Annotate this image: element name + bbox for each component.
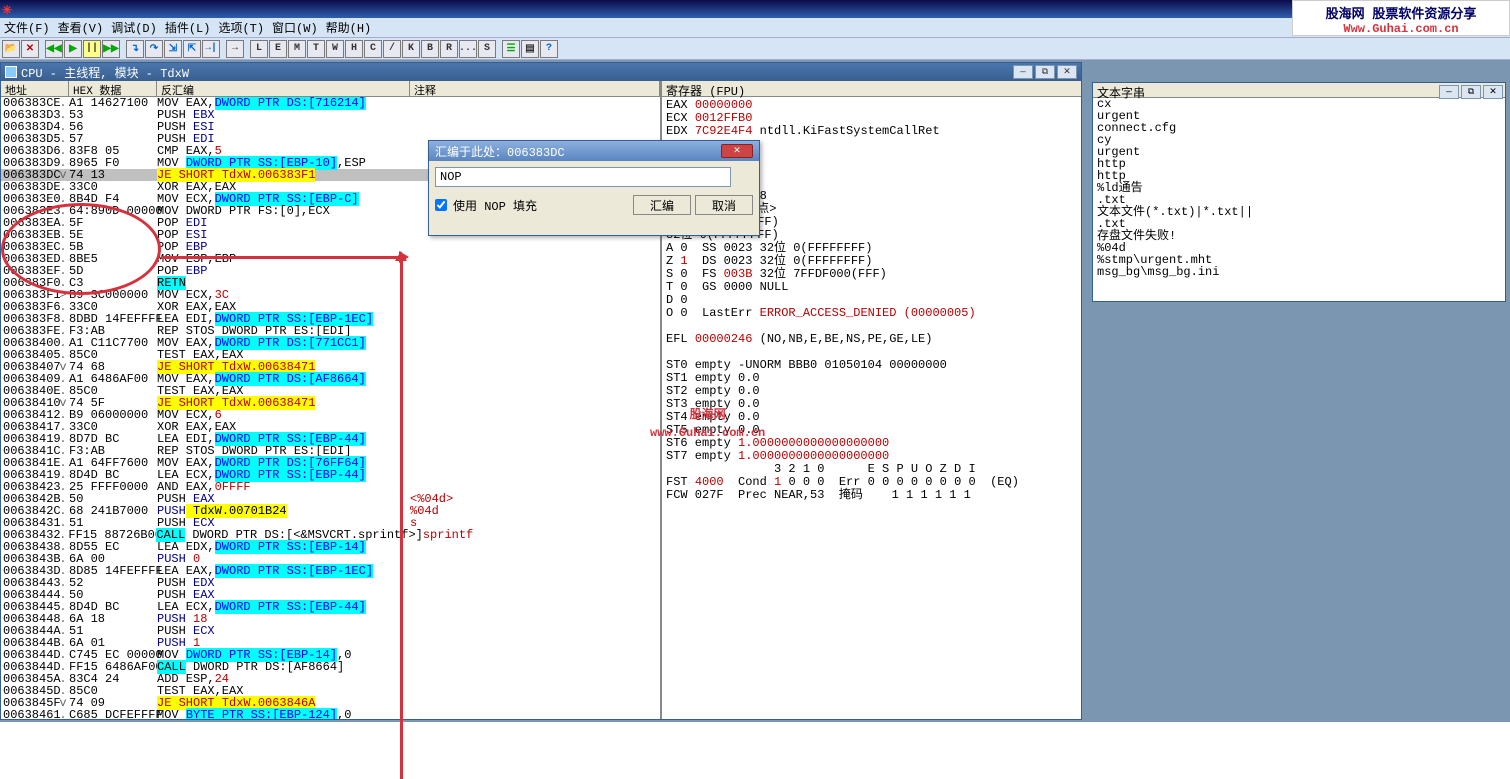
dialog-title[interactable]: 汇编于此处：006383DC ✕ xyxy=(429,141,759,161)
string-item[interactable]: %ld通告 xyxy=(1093,182,1505,194)
disasm-row[interactable]: 006383D3.53PUSH EBX xyxy=(1,109,660,121)
cancel-button[interactable]: 取消 xyxy=(695,195,753,215)
string-item[interactable]: 存盘文件失败! xyxy=(1093,230,1505,242)
tb-open[interactable]: 📂 xyxy=(2,40,20,58)
strings-window: — ⧉ ✕ 文本字串 cxurgentconnect.cfgcyurgentht… xyxy=(1092,82,1506,302)
max-button[interactable]: ⧉ xyxy=(1035,65,1055,79)
tb-close[interactable]: ✕ xyxy=(21,40,39,58)
tb-exec-till[interactable]: →| xyxy=(202,40,220,58)
disasm-row[interactable]: 0063843D.8D85 14FEFFFFLEA EAX,DWORD PTR … xyxy=(1,565,660,577)
tb-h[interactable]: H xyxy=(345,40,363,58)
string-item[interactable]: msg_bg\msg_bg.ini xyxy=(1093,266,1505,278)
disasm-row[interactable]: 00638400.A1 C11C7700MOV EAX,DWORD PTR DS… xyxy=(1,337,660,349)
disasm-row[interactable]: 00638443.52PUSH EDX xyxy=(1,577,660,589)
tb-settings[interactable]: ☰ xyxy=(502,40,520,58)
nop-fill-label: 使用 NOP 填充 xyxy=(453,197,537,214)
tb-ff[interactable]: ▶▶ xyxy=(102,40,120,58)
tb-help[interactable]: ? xyxy=(540,40,558,58)
tb-c[interactable]: C xyxy=(364,40,382,58)
registers-header: 寄存器 (FPU) xyxy=(662,81,1081,97)
main-titlebar: ✳ xyxy=(0,0,1510,18)
string-item[interactable]: cy xyxy=(1093,134,1505,146)
close-button[interactable]: ✕ xyxy=(1057,65,1077,79)
menu-help[interactable]: 帮助(H) xyxy=(326,19,372,36)
disasm-row[interactable]: 006383EF.5DPOP EBP xyxy=(1,265,660,277)
tb-k[interactable]: K xyxy=(402,40,420,58)
assemble-input[interactable] xyxy=(435,167,731,187)
watermark-logo: 股海网 股票软件资源分享 Www.Guhai.com.cn xyxy=(1292,0,1510,36)
dialog-close-button[interactable]: ✕ xyxy=(721,144,753,158)
disasm-row[interactable]: 006383D4.56PUSH ESI xyxy=(1,121,660,133)
annotation-arrow-h xyxy=(161,256,401,259)
disasm-row[interactable]: 0063842C.68 241B7000PUSH TdxW.00701B24%0… xyxy=(1,505,660,517)
menu-debug[interactable]: 调试(D) xyxy=(111,19,157,36)
cpu-title[interactable]: CPU - 主线程, 模块 - TdxW — ⧉ ✕ xyxy=(1,63,1081,81)
annotation-arrow-v xyxy=(400,259,403,779)
tb-s[interactable]: S xyxy=(478,40,496,58)
tb-...[interactable]: ... xyxy=(459,40,477,58)
tb-rewind[interactable]: ◀◀ xyxy=(45,40,63,58)
string-item[interactable]: urgent xyxy=(1093,146,1505,158)
string-item[interactable]: 文本文件(*.txt)|*.txt|| xyxy=(1093,206,1505,218)
tb-l[interactable]: L xyxy=(250,40,268,58)
disasm-row[interactable]: 006383CE.A1 14627100MOV EAX,DWORD PTR DS… xyxy=(1,97,660,109)
disasm-row[interactable]: 0063845A.83C4 24ADD ESP,24 xyxy=(1,673,660,685)
tb-t[interactable]: T xyxy=(307,40,325,58)
close-button[interactable]: ✕ xyxy=(1483,85,1503,99)
tb-/[interactable]: / xyxy=(383,40,401,58)
disasm-row[interactable]: 006383EC.5BPOP EBP xyxy=(1,241,660,253)
menu-window[interactable]: 窗口(W) xyxy=(272,19,318,36)
menu-file[interactable]: 文件(F) xyxy=(4,19,50,36)
tb-pause[interactable]: || xyxy=(83,40,101,58)
tb-goto[interactable]: → xyxy=(226,40,244,58)
string-item[interactable]: http xyxy=(1093,170,1505,182)
string-item[interactable]: connect.cfg xyxy=(1093,122,1505,134)
tb-run[interactable]: ▶ xyxy=(64,40,82,58)
string-item[interactable]: cx xyxy=(1093,98,1505,110)
tb-w[interactable]: W xyxy=(326,40,344,58)
disasm-header: 地址 HEX 数据 反汇编 注释 xyxy=(1,81,660,97)
disasm-row[interactable]: 00638409.A1 6486AF00MOV EAX,DWORD PTR DS… xyxy=(1,373,660,385)
menu-view[interactable]: 查看(V) xyxy=(58,19,104,36)
string-item[interactable]: http xyxy=(1093,158,1505,170)
watermark-text: 股海网 www.Guhai.com.cn xyxy=(650,406,765,442)
assemble-dialog: 汇编于此处：006383DC ✕ 使用 NOP 填充 汇编 取消 xyxy=(428,140,760,236)
disasm-row[interactable]: 006383ED.8BE5MOV ESP,EBP xyxy=(1,253,660,265)
tb-r[interactable]: R xyxy=(440,40,458,58)
tb-e[interactable]: E xyxy=(269,40,287,58)
disasm-row[interactable]: 00638461.C685 DCFEFFFFMOV BYTE PTR SS:[E… xyxy=(1,709,660,719)
disasm-row[interactable]: 00638412.B9 06000000MOV ECX,6 xyxy=(1,409,660,421)
tb-m[interactable]: M xyxy=(288,40,306,58)
app-icon: ✳ xyxy=(2,3,14,15)
tb-b[interactable]: B xyxy=(421,40,439,58)
disasm-row[interactable]: 00638423.25 FFFF0000AND EAX,0FFFF xyxy=(1,481,660,493)
min-button[interactable]: — xyxy=(1439,85,1459,99)
tb-trace-over[interactable]: ⇱ xyxy=(183,40,201,58)
menubar: 文件(F) 查看(V) 调试(D) 插件(L) 选项(T) 窗口(W) 帮助(H… xyxy=(0,18,1510,38)
menu-plugin[interactable]: 插件(L) xyxy=(165,19,211,36)
menu-options[interactable]: 选项(T) xyxy=(218,19,264,36)
toolbar: 📂 ✕ ◀◀ ▶ || ▶▶ ↴ ↷ ⇲ ⇱ →| → LEMTWHC/KBR.… xyxy=(0,38,1510,60)
nop-fill-checkbox[interactable] xyxy=(435,199,447,211)
disasm-row[interactable]: 006383F1>B9 3C000000MOV ECX,3C xyxy=(1,289,660,301)
tb-step-into[interactable]: ↴ xyxy=(126,40,144,58)
tb-step-over[interactable]: ↷ xyxy=(145,40,163,58)
min-button[interactable]: — xyxy=(1013,65,1033,79)
cpu-icon xyxy=(5,66,17,78)
tb-trace-into[interactable]: ⇲ xyxy=(164,40,182,58)
tb-appearance[interactable]: ▤ xyxy=(521,40,539,58)
disasm-row[interactable]: 00638448.6A 18PUSH 18 xyxy=(1,613,660,625)
max-button[interactable]: ⧉ xyxy=(1461,85,1481,99)
assemble-button[interactable]: 汇编 xyxy=(633,195,691,215)
